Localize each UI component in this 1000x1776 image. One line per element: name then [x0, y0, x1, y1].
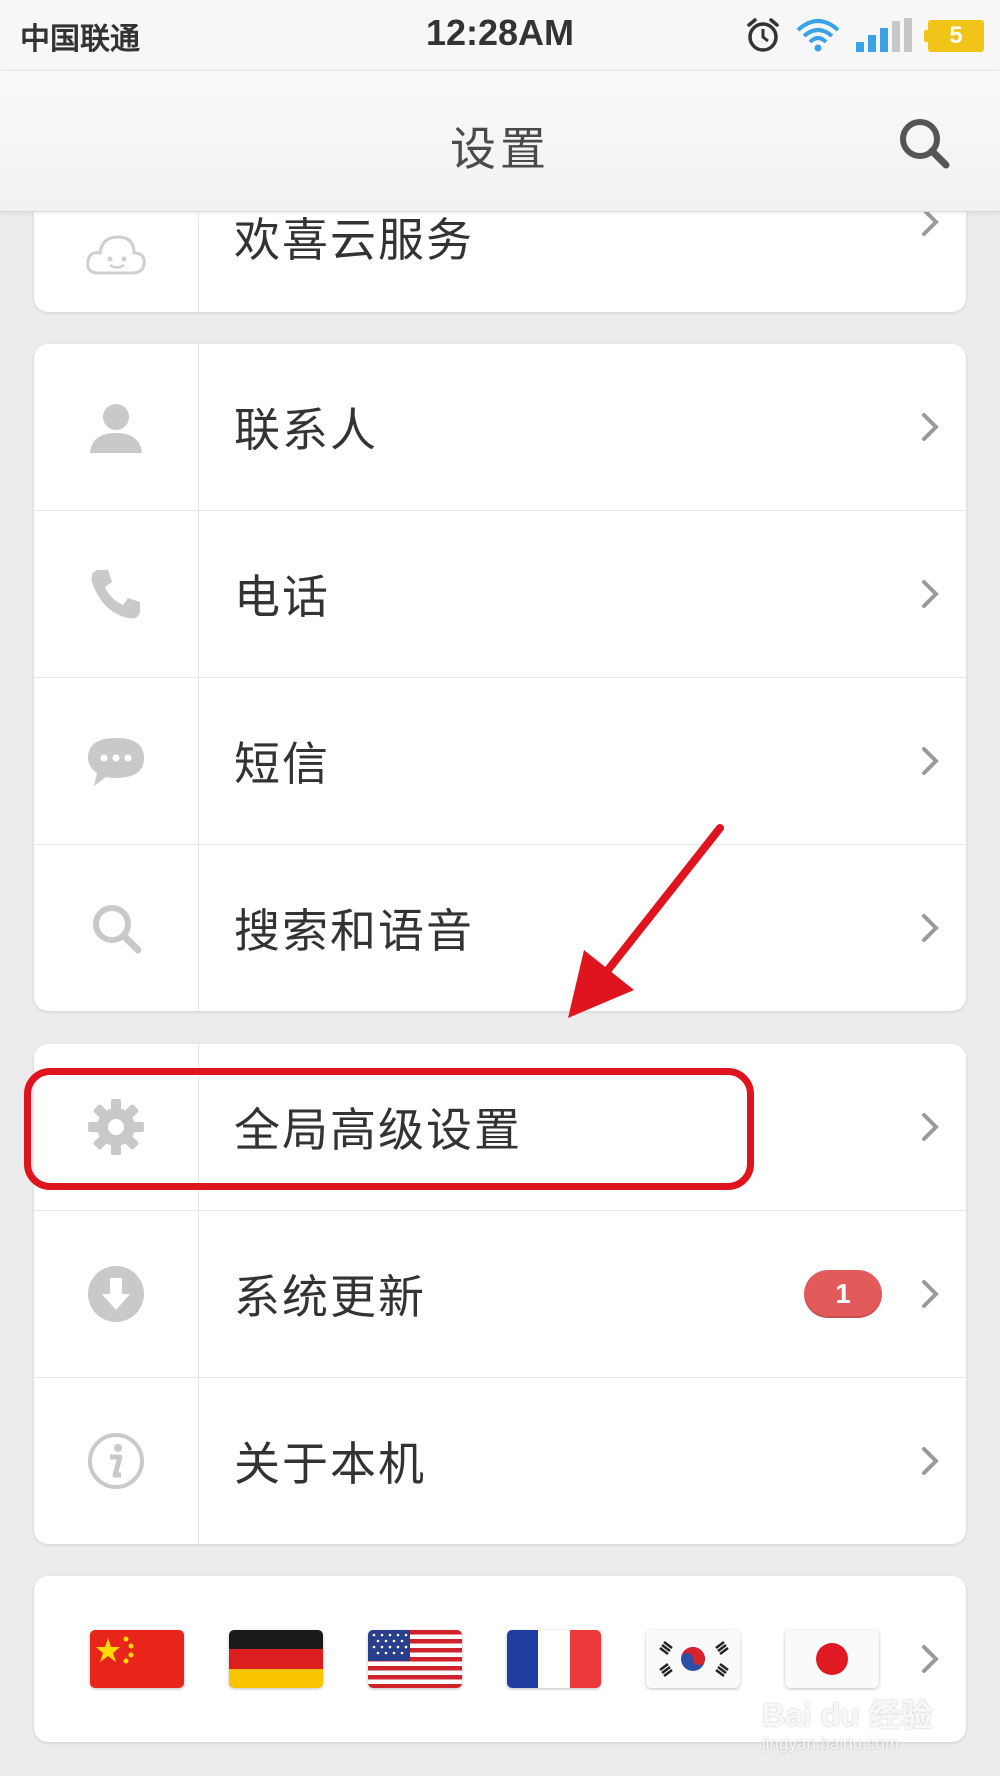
info-icon — [88, 1433, 144, 1489]
settings-item-messages[interactable]: 短信 — [34, 678, 966, 845]
apps-card: 联系人 电话 短信 搜索和语音 — [34, 344, 966, 1011]
phone-icon — [91, 570, 140, 619]
watermark-brand: Bai du 经验 — [762, 1697, 933, 1733]
status-time: 12:28AM — [425, 12, 575, 53]
settings-item-label: 短信 — [234, 737, 330, 791]
france-flag[interactable] — [507, 1630, 601, 1688]
settings-item-label: 联系人 — [234, 403, 378, 457]
message-icon — [88, 738, 144, 786]
battery-level: 5 — [928, 20, 984, 52]
status-bar: 中国联通 12:28AM 5 — [0, 0, 1000, 71]
korea-flag[interactable] — [646, 1630, 740, 1688]
person-icon — [90, 404, 142, 453]
china-flag[interactable] — [90, 1630, 184, 1688]
settings-item-phone[interactable]: 电话 — [34, 511, 966, 678]
title-bar: 设置 — [0, 71, 1000, 212]
settings-item-about-phone[interactable]: 关于本机 — [34, 1378, 966, 1544]
search-icon — [93, 905, 142, 954]
update-count-badge: 1 — [804, 1270, 882, 1318]
settings-item-label: 系统更新 — [234, 1270, 426, 1324]
japan-flag[interactable] — [785, 1630, 879, 1688]
settings-item-label: 欢喜云服务 — [234, 213, 474, 267]
watermark-url: jingyan.baidu.com — [762, 1734, 900, 1753]
signal-icon — [856, 18, 912, 52]
watermark: Bai du 经验 jingyan.baidu.com — [762, 1690, 933, 1754]
germany-flag[interactable] — [229, 1630, 323, 1688]
download-icon — [88, 1266, 144, 1322]
chevron-right-icon — [922, 914, 939, 942]
page-title: 设置 — [450, 122, 550, 176]
highlight-box — [24, 1068, 754, 1190]
annotation-arrow-icon — [568, 824, 724, 1018]
chevron-right-icon — [922, 1447, 939, 1475]
chevron-right-icon — [922, 580, 939, 608]
chevron-right-icon — [922, 1113, 939, 1141]
chevron-right-icon — [922, 747, 939, 775]
chevron-right-icon[interactable] — [920, 1643, 940, 1675]
battery-icon: 5 — [924, 20, 984, 52]
settings-item-label: 电话 — [234, 570, 330, 624]
usa-flag[interactable] — [368, 1630, 462, 1688]
cloud-icon — [86, 235, 146, 275]
settings-item-contacts[interactable]: 联系人 — [34, 344, 966, 511]
chevron-right-icon — [922, 413, 939, 441]
settings-item-label: 关于本机 — [234, 1437, 426, 1491]
wifi-icon — [796, 19, 840, 52]
settings-item-search-voice[interactable]: 搜索和语音 — [34, 845, 966, 1011]
search-button[interactable] — [896, 115, 952, 171]
chevron-right-icon — [922, 1280, 939, 1308]
settings-item-system-update[interactable]: 系统更新 1 — [34, 1211, 966, 1378]
settings-item-label: 搜索和语音 — [234, 904, 474, 958]
alarm-icon — [747, 18, 779, 52]
